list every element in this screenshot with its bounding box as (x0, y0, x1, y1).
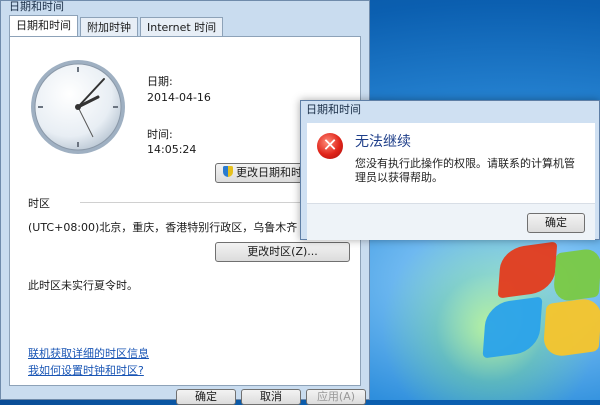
cancel-button[interactable]: 取消 (241, 389, 301, 405)
window-buttons: 确定 取消 应用(A) (1, 389, 371, 405)
dst-text: 此时区未实行夏令时。 (28, 279, 138, 292)
shield-icon (223, 166, 233, 177)
change-datetime-button[interactable]: 更改日期和时 (215, 163, 310, 183)
tab-strip: 日期和时间 附加时钟 Internet 时间 (9, 15, 225, 38)
change-datetime-label: 更改日期和时 (236, 166, 302, 179)
time-label: 时间: (147, 128, 173, 141)
dialog-title: 日期和时间 (306, 103, 361, 116)
windows-logo-yellow (542, 296, 600, 359)
dialog-footer: 确定 (307, 203, 595, 240)
analog-clock-icon (31, 60, 125, 154)
howto-link[interactable]: 我如何设置时钟和时区? (28, 362, 144, 378)
error-dialog: 日期和时间 ✕ 无法继续 您没有执行此操作的权限。请联系的计算机管理员以获得帮助… (300, 100, 600, 240)
dialog-body: ✕ 无法继续 您没有执行此操作的权限。请联系的计算机管理员以获得帮助。 (307, 123, 595, 203)
timezone-section-label: 时区 (28, 197, 50, 210)
ok-button[interactable]: 确定 (176, 389, 236, 405)
tab-additional-clocks[interactable]: 附加时钟 (80, 17, 138, 38)
time-value: 14:05:24 (147, 143, 197, 156)
dialog-ok-button[interactable]: 确定 (527, 213, 585, 233)
date-value: 2014-04-16 (147, 91, 211, 104)
date-label: 日期: (147, 75, 173, 88)
windows-logo-green (552, 247, 600, 303)
change-timezone-button[interactable]: 更改时区(Z)... (215, 242, 350, 262)
tab-internet-time[interactable]: Internet 时间 (140, 17, 224, 38)
online-timezone-link[interactable]: 联机获取详细的时区信息 (28, 345, 149, 361)
dialog-message: 您没有执行此操作的权限。请联系的计算机管理员以获得帮助。 (355, 157, 575, 184)
tab-date-time[interactable]: 日期和时间 (9, 15, 78, 38)
dialog-heading: 无法继续 (355, 134, 411, 150)
error-icon: ✕ (317, 133, 343, 159)
window-title: 日期和时间 (9, 0, 64, 13)
apply-button[interactable]: 应用(A) (306, 389, 366, 405)
